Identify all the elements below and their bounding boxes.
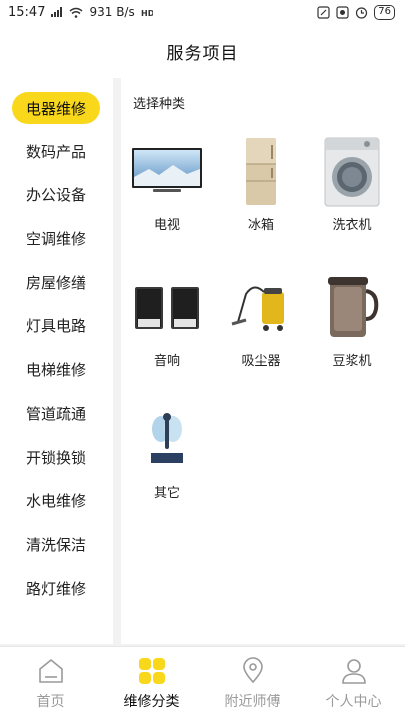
- subcategory-tv[interactable]: 电视: [122, 134, 212, 244]
- network-speed: 931 B/s: [89, 5, 135, 19]
- sidebar-item-label: 空调维修: [25, 229, 86, 248]
- person-icon: [339, 656, 369, 686]
- page-header: 服务项目: [0, 24, 405, 78]
- sidebar-item-label: 电器维修: [25, 99, 86, 118]
- sidebar-item-label: 灯具电路: [25, 316, 86, 335]
- do-not-disturb-icon: [336, 5, 349, 19]
- sidebar-item-label: 路灯维修: [25, 579, 86, 598]
- sidebar-item-streetlight-repair[interactable]: 路灯维修: [12, 572, 100, 604]
- sidebar-item-label: 办公设备: [25, 185, 86, 204]
- category-grid-icon: [137, 656, 167, 686]
- sidebar-item-lighting-circuits[interactable]: 灯具电路: [12, 309, 100, 341]
- subcategory-label: 吸尘器: [241, 354, 281, 369]
- subcategory-washing-machine[interactable]: 洗衣机: [307, 134, 397, 244]
- sidebar-item-label: 房屋修缮: [25, 273, 86, 292]
- location-pin-icon: [238, 656, 268, 686]
- subcategory-label: 电视: [153, 218, 180, 233]
- tab-label: 附近师傅: [224, 694, 281, 710]
- home-icon: [36, 656, 66, 686]
- tab-home[interactable]: 首页: [0, 647, 101, 720]
- sidebar-item-plumbing-electrical[interactable]: 水电维修: [12, 484, 100, 516]
- sidebar-item-appliance-repair[interactable]: 电器维修: [12, 92, 100, 124]
- sidebar-item-office-equipment[interactable]: 办公设备: [12, 178, 100, 210]
- tab-label: 维修分类: [123, 694, 180, 710]
- sidebar-item-elevator-repair[interactable]: 电梯维修: [12, 353, 100, 385]
- sidebar-item-pipe-unclogging[interactable]: 管道疏通: [12, 397, 100, 429]
- sidebar-item-locksmith[interactable]: 开锁换锁: [12, 441, 100, 473]
- tab-label: 首页: [36, 694, 65, 710]
- sidebar-item-label: 数码产品: [25, 142, 86, 161]
- subcategory-label: 豆浆机: [332, 354, 372, 369]
- sidebar-item-cleaning[interactable]: 清洗保洁: [12, 528, 100, 560]
- subcategory-speaker[interactable]: 音响: [122, 270, 212, 380]
- subcategory-panel: 选择种类 电视 冰箱 洗衣机 音响 吸尘器 豆浆机 其它: [121, 78, 405, 644]
- status-bar: 15:47 931 B/s HD 76: [0, 0, 405, 24]
- tab-nearby-technicians[interactable]: 附近师傅: [202, 647, 303, 720]
- sidebar-item-digital-products[interactable]: 数码产品: [12, 135, 100, 167]
- subcategory-other[interactable]: 其它: [122, 402, 212, 512]
- fridge-icon: [221, 134, 301, 210]
- subcategory-label: 冰箱: [247, 218, 274, 233]
- page-title: 服务项目: [166, 43, 239, 64]
- svg-text:HD: HD: [141, 9, 153, 17]
- category-sidebar: 电器维修 数码产品 办公设备 空调维修 房屋修缮 灯具电路 电梯维修 管道疏通 …: [0, 78, 113, 644]
- vacuum-cleaner-icon: [221, 270, 301, 346]
- signal-icon: [51, 7, 63, 17]
- subcategory-fridge[interactable]: 冰箱: [216, 134, 306, 244]
- sidebar-item-label: 管道疏通: [25, 404, 86, 423]
- speaker-icon: [127, 270, 207, 346]
- wifi-icon: [69, 7, 83, 18]
- subcategory-label: 洗衣机: [332, 218, 372, 233]
- tv-icon: [127, 134, 207, 210]
- sidebar-item-label: 开锁换锁: [25, 448, 86, 467]
- subcategory-vacuum-cleaner[interactable]: 吸尘器: [216, 270, 306, 380]
- washing-machine-icon: [312, 134, 392, 210]
- soymilk-maker-icon: [312, 270, 392, 346]
- bottom-tab-bar: 首页 维修分类 附近师傅 个人中心: [0, 646, 405, 720]
- tab-repair-categories[interactable]: 维修分类: [101, 647, 202, 720]
- battery-indicator: 76: [374, 4, 395, 20]
- sidebar-item-label: 电梯维修: [25, 360, 86, 379]
- hd-icon: HD: [141, 7, 153, 17]
- alarm-icon: [355, 6, 368, 19]
- subcategory-label: 其它: [153, 486, 180, 501]
- sidebar-item-label: 水电维修: [25, 491, 86, 510]
- tab-profile[interactable]: 个人中心: [303, 647, 404, 720]
- sidebar-item-label: 清洗保洁: [25, 535, 86, 554]
- sidebar-item-air-conditioner-repair[interactable]: 空调维修: [12, 222, 100, 254]
- section-title: 选择种类: [133, 97, 186, 112]
- subcategory-soymilk-maker[interactable]: 豆浆机: [307, 270, 397, 380]
- tab-label: 个人中心: [325, 694, 382, 710]
- subcategory-label: 音响: [153, 354, 180, 369]
- sidebar-item-house-repair[interactable]: 房屋修缮: [12, 266, 100, 298]
- status-time: 15:47: [8, 4, 46, 20]
- nfc-icon: [317, 5, 330, 19]
- other-icon: [127, 402, 207, 478]
